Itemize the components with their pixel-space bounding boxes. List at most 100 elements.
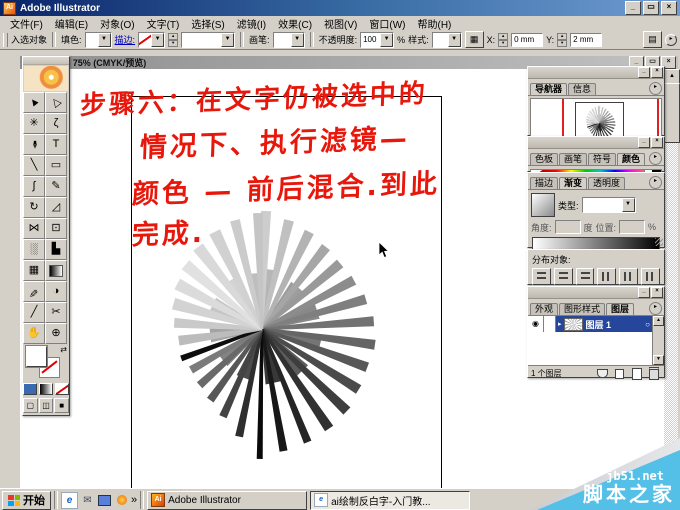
- lock-toggle[interactable]: [544, 316, 556, 332]
- show-desktop-icon[interactable]: [97, 493, 112, 508]
- brush-dropdown[interactable]: ▼: [272, 31, 305, 48]
- screen-mode-3-button[interactable]: ■: [54, 398, 70, 413]
- color-tab-4[interactable]: 颜色: [617, 153, 646, 165]
- palette-close-button[interactable]: ×: [651, 67, 663, 78]
- gradient-preview-swatch[interactable]: [531, 193, 555, 217]
- close-button[interactable]: ×: [661, 1, 677, 15]
- color-title-bar[interactable]: _ ×: [528, 137, 664, 149]
- color-button[interactable]: [23, 383, 37, 395]
- menu-item-2[interactable]: 编辑(E): [49, 16, 94, 31]
- gradient-tool[interactable]: [45, 260, 67, 281]
- distribute-right-button[interactable]: [641, 268, 660, 285]
- none-button[interactable]: [55, 383, 69, 395]
- gradient-location-input[interactable]: [619, 220, 646, 234]
- navigator-title-bar[interactable]: _ ×: [528, 67, 664, 79]
- quicklaunch-overflow-icon[interactable]: »: [131, 494, 137, 506]
- palette-resize-grip[interactable]: [655, 238, 663, 246]
- new-sublayer-button[interactable]: [612, 367, 627, 380]
- start-button[interactable]: 开始: [2, 490, 51, 510]
- new-layer-button[interactable]: [629, 367, 644, 380]
- task-button-illustrator[interactable]: Ai Adobe Illustrator: [147, 490, 308, 510]
- app-title-bar[interactable]: Ai Adobe Illustrator _ ▭ ×: [0, 0, 680, 16]
- menu-item-8[interactable]: 视图(V): [318, 16, 363, 31]
- blend-tool[interactable]: ◑: [45, 281, 67, 302]
- menu-item-4[interactable]: 文字(T): [141, 16, 186, 31]
- collapse-bar-button[interactable]: ▸: [665, 33, 677, 46]
- task-button-browser[interactable]: e ai绘制反白字-入门教...: [310, 490, 471, 510]
- scrollbar-thumb[interactable]: [664, 83, 680, 143]
- palette-minimize-button[interactable]: _: [638, 67, 650, 78]
- maximize-button[interactable]: ▭: [643, 1, 659, 15]
- chevron-down-icon[interactable]: ▼: [447, 32, 461, 47]
- graph-tool[interactable]: ▙: [45, 239, 67, 260]
- visibility-toggle[interactable]: ◉: [528, 316, 544, 332]
- palette-minimize-button[interactable]: _: [638, 137, 650, 148]
- screen-mode-1-button[interactable]: ▢: [23, 398, 38, 413]
- palettes-button[interactable]: ▤: [643, 31, 662, 48]
- mail-quicklaunch-icon[interactable]: ✉: [80, 493, 95, 508]
- menu-item-1[interactable]: 文件(F): [4, 16, 49, 31]
- opacity-dropdown[interactable]: 100 ▼: [360, 31, 395, 48]
- color-tab-3[interactable]: 符号: [588, 153, 617, 165]
- palette-close-button[interactable]: ×: [651, 137, 663, 148]
- rectangle-tool[interactable]: ▭: [45, 155, 67, 176]
- y-input[interactable]: 2 mm: [570, 32, 603, 47]
- type-tool[interactable]: T: [45, 134, 67, 155]
- layer-row[interactable]: ◉ ▸ 图层 1 ○: [528, 316, 653, 332]
- layers-tab-3[interactable]: 图层: [606, 303, 635, 315]
- x-stepper[interactable]: ▲ ▼: [498, 32, 509, 47]
- delete-layer-button[interactable]: [646, 367, 661, 380]
- palette-close-button[interactable]: ×: [651, 287, 663, 298]
- rotate-tool[interactable]: ↻: [23, 197, 45, 218]
- gradient-menu-button[interactable]: ▸: [649, 176, 662, 189]
- fill-color-swatch[interactable]: [25, 345, 48, 368]
- gradient-tab-2[interactable]: 渐变: [559, 177, 588, 189]
- distribute-vertical-center-button[interactable]: [553, 268, 573, 285]
- chevron-down-icon[interactable]: ▼: [151, 32, 165, 47]
- layers-tab-2[interactable]: 图形样式: [559, 303, 606, 315]
- swap-fill-stroke-icon[interactable]: ⇄: [60, 345, 67, 354]
- layers-tab-1[interactable]: 外观: [530, 303, 559, 315]
- browser-quicklaunch-icon[interactable]: e: [61, 491, 78, 509]
- stroke-weight-stepper[interactable]: ▲ ▼: [168, 32, 179, 47]
- hand-tool[interactable]: ✋: [23, 323, 45, 344]
- gradient-tab-1[interactable]: 描边: [530, 177, 559, 189]
- navigator-menu-button[interactable]: ▸: [649, 82, 662, 95]
- chevron-down-icon[interactable]: ▼: [97, 32, 111, 47]
- color-tab-1[interactable]: 色板: [530, 153, 559, 165]
- menu-item-7[interactable]: 效果(C): [272, 16, 318, 31]
- reflect-tool[interactable]: ⋈: [23, 218, 45, 239]
- menu-item-9[interactable]: 窗口(W): [363, 16, 411, 31]
- eyedropper-tool[interactable]: ✐: [23, 281, 45, 302]
- scroll-up-arrow[interactable]: ▲: [653, 316, 664, 326]
- distribute-horizontal-center-button[interactable]: [619, 268, 639, 285]
- magic-wand-tool[interactable]: ✳: [23, 113, 45, 134]
- free-transform-tool[interactable]: ⊡: [45, 218, 67, 239]
- direct-selection-tool[interactable]: △: [45, 92, 67, 113]
- slice-tool[interactable]: ╱: [23, 302, 45, 323]
- scissors-tool[interactable]: ✂: [45, 302, 67, 323]
- gradient-angle-input[interactable]: [554, 220, 581, 234]
- pen-tool[interactable]: ✒: [23, 134, 45, 155]
- menu-item-6[interactable]: 滤镜(I): [231, 16, 272, 31]
- line-segment-tool[interactable]: ╲: [23, 155, 45, 176]
- make-clipping-mask-button[interactable]: [595, 367, 610, 380]
- selection-tool[interactable]: ▲: [23, 92, 45, 113]
- pencil-tool[interactable]: ✎: [45, 176, 67, 197]
- scale-tool[interactable]: ◿: [45, 197, 67, 218]
- symbol-sprayer-tool[interactable]: ░: [23, 239, 45, 260]
- stroke-color-dropdown[interactable]: ▼: [138, 31, 166, 48]
- distribute-left-button[interactable]: [597, 268, 617, 285]
- style-dropdown[interactable]: ▼: [431, 31, 462, 48]
- mesh-tool[interactable]: ▦: [23, 260, 45, 281]
- stroke-label[interactable]: 描边:: [115, 33, 136, 46]
- chevron-down-icon[interactable]: ▼: [380, 32, 394, 47]
- media-player-icon[interactable]: [114, 493, 129, 508]
- vertical-scrollbar[interactable]: ▲ ▼: [664, 69, 680, 488]
- menu-item-5[interactable]: 选择(S): [185, 16, 230, 31]
- scroll-up-arrow[interactable]: ▲: [664, 69, 680, 84]
- layer-name[interactable]: 图层 1: [583, 318, 612, 331]
- gradient-type-dropdown[interactable]: ▼: [581, 197, 636, 213]
- chevron-down-icon[interactable]: ▼: [290, 32, 304, 47]
- menu-item-3[interactable]: 对象(O): [94, 16, 140, 31]
